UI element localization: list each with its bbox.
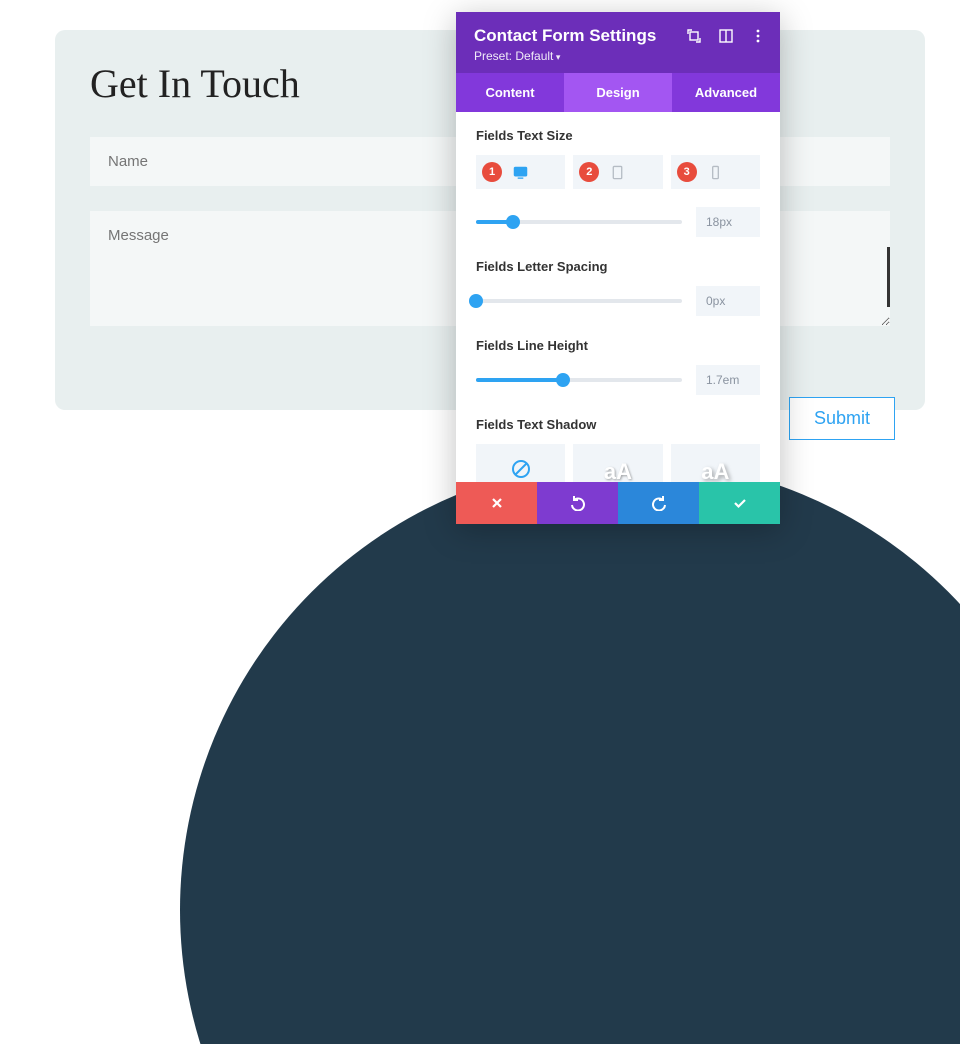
tab-content[interactable]: Content xyxy=(456,73,564,112)
shadow-light[interactable]: aA xyxy=(573,444,662,482)
text-shadow-row: aA aA xyxy=(476,444,760,482)
slider-thumb[interactable] xyxy=(469,294,483,308)
device-phone[interactable]: 3 xyxy=(671,155,760,189)
redo-button[interactable] xyxy=(618,482,699,524)
letter-spacing-value[interactable]: 0px xyxy=(696,286,760,316)
badge-2: 2 xyxy=(579,162,599,182)
tab-design[interactable]: Design xyxy=(564,73,672,112)
panel-footer xyxy=(456,482,780,524)
line-height-value[interactable]: 1.7em xyxy=(696,365,760,395)
slider-thumb[interactable] xyxy=(556,373,570,387)
decorative-curve xyxy=(180,460,960,1044)
device-row: 1 2 3 xyxy=(476,155,760,189)
line-height-label: Fields Line Height xyxy=(476,338,760,353)
expand-icon[interactable] xyxy=(686,28,702,44)
letter-spacing-slider[interactable] xyxy=(476,299,682,303)
shadow-medium[interactable]: aA xyxy=(671,444,760,482)
submit-button[interactable]: Submit xyxy=(789,397,895,440)
text-shadow-label: Fields Text Shadow xyxy=(476,417,760,432)
save-button[interactable] xyxy=(699,482,780,524)
device-tablet[interactable]: 2 xyxy=(573,155,662,189)
cancel-button[interactable] xyxy=(456,482,537,524)
line-height-slider[interactable] xyxy=(476,378,682,382)
line-height-row: 1.7em xyxy=(476,365,760,395)
shadow-none[interactable] xyxy=(476,444,565,482)
text-size-label: Fields Text Size xyxy=(476,128,760,143)
letter-spacing-label: Fields Letter Spacing xyxy=(476,259,760,274)
resize-indicator xyxy=(887,247,890,307)
tab-bar: Content Design Advanced xyxy=(456,73,780,112)
tab-advanced[interactable]: Advanced xyxy=(672,73,780,112)
undo-button[interactable] xyxy=(537,482,618,524)
text-size-value[interactable]: 18px xyxy=(696,207,760,237)
slider-thumb[interactable] xyxy=(506,215,520,229)
text-size-row: 18px xyxy=(476,207,760,237)
device-desktop[interactable]: 1 xyxy=(476,155,565,189)
panel-header: Contact Form Settings Preset: Default xyxy=(456,12,780,73)
settings-panel: Contact Form Settings Preset: Default Co… xyxy=(456,12,780,524)
preset-selector[interactable]: Preset: Default xyxy=(474,49,762,63)
none-icon xyxy=(510,458,532,482)
more-icon[interactable] xyxy=(750,28,766,44)
letter-spacing-row: 0px xyxy=(476,286,760,316)
text-size-slider[interactable] xyxy=(476,220,682,224)
dock-icon[interactable] xyxy=(718,28,734,44)
header-actions xyxy=(686,28,766,44)
badge-1: 1 xyxy=(482,162,502,182)
badge-3: 3 xyxy=(677,162,697,182)
panel-body: Fields Text Size 1 2 3 18px Fields xyxy=(456,112,780,482)
